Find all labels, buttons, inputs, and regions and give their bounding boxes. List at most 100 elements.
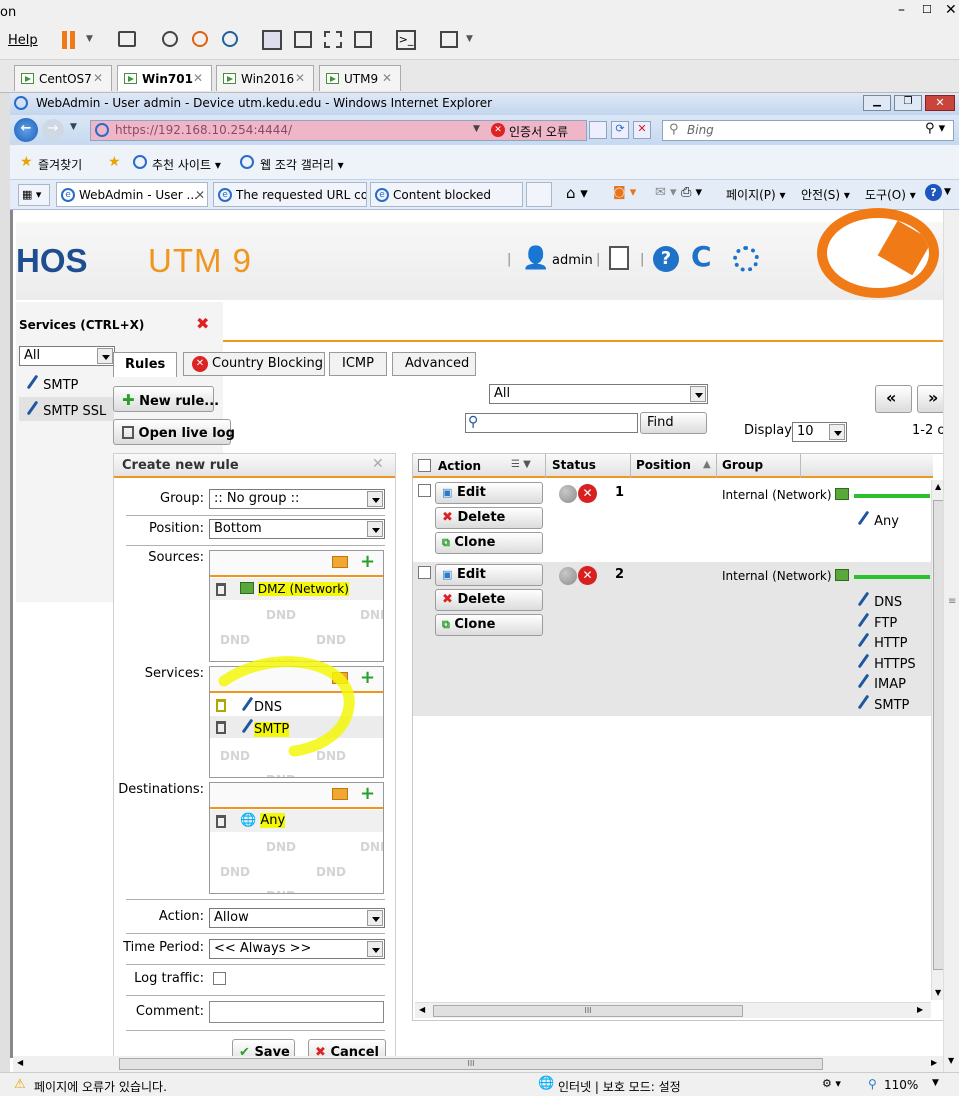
scroll-grip-icon[interactable]: ≡	[948, 596, 956, 607]
time-period-select[interactable]: << Always >>	[209, 939, 385, 959]
scroll-right-icon[interactable]: ▶	[917, 1005, 923, 1014]
tab-rules[interactable]: Rules	[113, 352, 177, 377]
scroll-thumb[interactable]: III	[119, 1058, 823, 1070]
col-group[interactable]: Group	[722, 458, 763, 472]
status-toggle-icon[interactable]	[559, 485, 577, 503]
group-select[interactable]: :: No group ::	[209, 489, 385, 509]
log-traffic-checkbox[interactable]	[213, 972, 226, 985]
stop-icon[interactable]: ✕	[633, 121, 651, 139]
column-menu-icon[interactable]: ☰ ▼	[511, 459, 531, 470]
reload-icon[interactable]: C	[691, 240, 712, 273]
search-input[interactable]: ⚲	[465, 413, 638, 433]
search-go-icon[interactable]: ⚲ ▾	[925, 121, 945, 136]
source-entry[interactable]: DMZ (Network)	[210, 578, 383, 600]
stretch-icon[interactable]	[440, 31, 458, 48]
service-item-smtp[interactable]: SMTP	[19, 372, 114, 394]
mail-icon[interactable]: ✉ ▾	[655, 185, 677, 200]
scroll-right-icon[interactable]: ▶	[931, 1058, 937, 1067]
comment-input[interactable]	[209, 1001, 384, 1023]
ie-tab-webadmin[interactable]: e WebAdmin - User ... ✕	[56, 182, 208, 207]
close-icon[interactable]: ✕	[295, 71, 305, 85]
fullscreen-icon[interactable]	[324, 31, 342, 48]
add-icon[interactable]: +	[360, 551, 375, 572]
edit-button[interactable]: ▣ Edit	[435, 564, 543, 586]
ie-tab-content-blocked[interactable]: e Content blocked	[370, 182, 523, 207]
terminal-icon[interactable]: >_	[396, 30, 416, 50]
help-menu[interactable]: Help	[8, 33, 38, 48]
row-checkbox[interactable]	[418, 566, 431, 579]
vm-tab-win2016[interactable]: Win2016 ✕	[216, 65, 314, 91]
services-filter-select[interactable]: All	[19, 346, 115, 366]
security-icon[interactable]: ⚙ ▾	[822, 1077, 841, 1090]
add-icon[interactable]: +	[360, 783, 375, 804]
disabled-icon[interactable]: ✕	[578, 566, 597, 585]
user-icon[interactable]: 👤	[522, 246, 549, 271]
forward-button[interactable]: →	[42, 119, 64, 141]
action-select[interactable]: Allow	[209, 908, 385, 928]
scroll-left-icon[interactable]: ◀	[17, 1058, 23, 1067]
web-slice-link[interactable]: 웹 조각 갤러리 ▾	[260, 156, 344, 173]
rules-filter-select[interactable]: All	[489, 384, 708, 404]
favorites-button[interactable]: 즐겨찾기	[38, 156, 82, 173]
position-select[interactable]: Bottom	[209, 519, 385, 539]
console-view-icon[interactable]	[294, 31, 312, 48]
help-icon[interactable]: ?	[653, 246, 679, 272]
close-button[interactable]: ✕	[925, 95, 955, 111]
prev-page-button[interactable]: «	[875, 385, 912, 413]
close-panel-icon[interactable]: ✖	[196, 314, 209, 333]
destinations-box[interactable]: + 🌐 Any DND DND DND DND DND	[209, 782, 384, 894]
chevron-down-icon[interactable]: ▼	[70, 122, 77, 132]
chevron-down-icon[interactable]: ▼	[473, 124, 480, 134]
help-icon[interactable]: ?	[925, 184, 942, 201]
clone-button[interactable]: ⧉ Clone	[435, 614, 543, 636]
scroll-thumb[interactable]: III	[433, 1005, 743, 1017]
minimize-button[interactable]: ▁	[863, 95, 891, 111]
chevron-down-icon[interactable]: ▼	[466, 34, 473, 44]
revert-snapshot-icon[interactable]	[192, 31, 208, 47]
cert-error-label[interactable]: 인증서 오류	[509, 123, 568, 140]
url-field[interactable]: https://192.168.10.254:4444/ ▼ ✕ 인증서 오류	[90, 120, 587, 141]
trash-icon[interactable]	[216, 583, 226, 596]
tools-menu[interactable]: 도구(O) ▾	[865, 186, 916, 203]
col-action[interactable]: Action	[438, 459, 481, 473]
zone-text[interactable]: 인터넷 | 보호 모드: 설정	[558, 1078, 681, 1095]
library-view-icon[interactable]	[262, 30, 282, 50]
new-tab-button[interactable]	[526, 182, 552, 207]
col-status[interactable]: Status	[552, 458, 596, 472]
sources-box[interactable]: + DMZ (Network) DND DND DND DND DND	[209, 550, 384, 662]
page-hscrollbar[interactable]: ◀ III ▶	[13, 1056, 946, 1072]
disabled-icon[interactable]: ✕	[578, 484, 597, 503]
new-rule-button[interactable]: ✚ New rule...	[113, 386, 219, 412]
back-button[interactable]: ←	[14, 118, 38, 142]
folder-icon[interactable]	[332, 788, 348, 800]
pause-icon[interactable]	[62, 31, 67, 49]
find-button[interactable]: Find	[640, 412, 707, 434]
table-row[interactable]: ▣ Edit ✖ Delete ⧉ Clone ✕ 2 Internal (Ne…	[413, 562, 931, 716]
select-all-checkbox[interactable]	[418, 459, 431, 472]
close-form-icon[interactable]: ✕	[372, 456, 384, 472]
open-live-log-button[interactable]: Open live log	[113, 419, 235, 445]
delete-button[interactable]: ✖ Delete	[435, 589, 543, 611]
close-icon[interactable]: ✕	[382, 71, 392, 85]
snapshot-icon[interactable]	[162, 31, 178, 47]
clone-button[interactable]: ⧉ Clone	[435, 532, 543, 554]
table-row[interactable]: ▣ Edit ✖ Delete ⧉ Clone ✕ 1 Internal (Ne…	[413, 480, 931, 560]
close-icon[interactable]: ✕	[195, 188, 205, 202]
delete-button[interactable]: ✖ Delete	[435, 507, 543, 529]
search-field[interactable]: ⚲ Bing ⚲ ▾	[662, 120, 954, 141]
send-keys-icon[interactable]	[118, 31, 136, 47]
scroll-down-icon[interactable]: ▼	[948, 1056, 954, 1065]
safety-menu[interactable]: 안전(S) ▾	[801, 186, 850, 203]
home-icon[interactable]: ⌂ ▾	[566, 184, 588, 202]
status-toggle-icon[interactable]	[559, 567, 577, 585]
col-position[interactable]: Position	[636, 458, 691, 472]
chevron-down-icon[interactable]: ▼	[932, 1078, 939, 1088]
cert-error-icon[interactable]: ✕	[491, 123, 505, 137]
vm-tab-centos7[interactable]: CentOS7 ✕	[14, 65, 112, 91]
display-select[interactable]: 10	[792, 422, 847, 442]
page-vscrollbar[interactable]: ≡ ▼	[943, 210, 959, 1072]
trash-icon[interactable]	[216, 815, 226, 828]
tab-country-blocking[interactable]: ✕ Country Blocking	[183, 352, 325, 376]
minimize-icon[interactable]: –	[898, 2, 905, 18]
compat-view-icon[interactable]	[589, 121, 607, 139]
